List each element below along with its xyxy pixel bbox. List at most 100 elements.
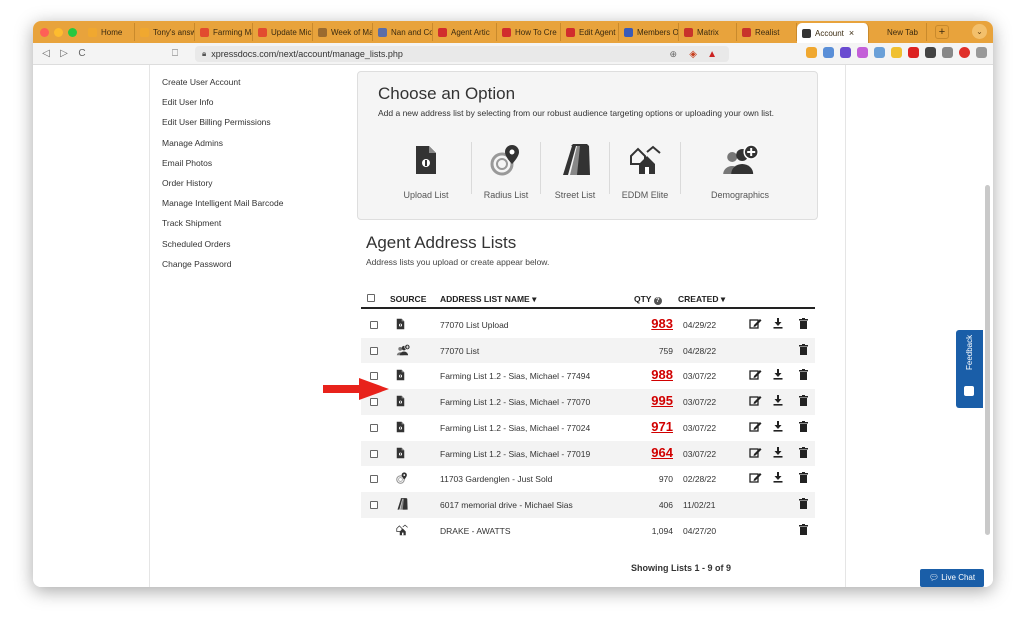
browser-tab[interactable]: Account × bbox=[797, 23, 869, 43]
browser-tab[interactable]: Matrix bbox=[679, 23, 737, 41]
list-qty[interactable]: 971 bbox=[651, 419, 673, 434]
close-tab-icon[interactable]: × bbox=[849, 28, 854, 38]
edit-icon[interactable] bbox=[749, 318, 762, 331]
edit-icon[interactable] bbox=[749, 395, 762, 408]
download-icon[interactable] bbox=[773, 395, 783, 408]
delete-trash-icon[interactable] bbox=[799, 369, 808, 382]
option-radius-list[interactable]: Radius List bbox=[476, 136, 536, 200]
list-qty[interactable]: 988 bbox=[651, 367, 673, 382]
close-window-button[interactable] bbox=[40, 27, 49, 37]
header-name[interactable]: ADDRESS LIST NAME ▾ bbox=[440, 294, 536, 305]
option-upload-list[interactable]: Upload List bbox=[385, 136, 467, 200]
minimize-window-button[interactable] bbox=[54, 27, 63, 37]
select-all-checkbox[interactable] bbox=[367, 294, 375, 302]
sidebar-link[interactable]: Manage Intelligent Mail Barcode bbox=[162, 198, 342, 218]
delete-trash-icon[interactable] bbox=[799, 523, 808, 537]
header-created[interactable]: CREATED ▾ bbox=[678, 294, 725, 305]
extension-icon[interactable] bbox=[874, 47, 885, 58]
option-street-list[interactable]: Street List bbox=[545, 136, 605, 200]
table-row: Farming List 1.2 - Sias, Michael - 77024… bbox=[361, 415, 815, 441]
sidebar-icon[interactable] bbox=[942, 47, 953, 58]
sidebar-link[interactable]: Order History bbox=[162, 178, 342, 198]
sidebar-link[interactable]: Track Shipment bbox=[162, 218, 342, 238]
row-checkbox[interactable] bbox=[370, 449, 378, 458]
back-arrow-icon[interactable]: ◁ bbox=[41, 48, 51, 59]
sidebar-link[interactable]: Edit User Info bbox=[162, 97, 342, 117]
sidebar-link[interactable]: Edit User Billing Permissions bbox=[162, 117, 342, 137]
browser-tab[interactable]: Realist bbox=[737, 23, 797, 41]
browser-toolbar: ◁ ▷ C ⎕ 🔒︎ xpressdocs.com/next/account/m… bbox=[33, 43, 993, 65]
radius-pin-icon bbox=[490, 136, 522, 176]
list-qty[interactable]: 995 bbox=[651, 393, 673, 408]
puzzle-icon[interactable] bbox=[925, 47, 936, 58]
browser-tab[interactable]: Edit Agent bbox=[561, 23, 619, 41]
maximize-window-button[interactable] bbox=[68, 27, 77, 37]
download-icon[interactable] bbox=[773, 472, 783, 485]
row-checkbox[interactable] bbox=[370, 346, 378, 355]
row-checkbox[interactable] bbox=[370, 475, 378, 484]
delete-trash-icon[interactable] bbox=[799, 395, 808, 408]
reload-icon[interactable]: C bbox=[77, 48, 87, 59]
browser-tab[interactable]: How To Cre bbox=[497, 23, 561, 41]
sidebar-link[interactable]: Manage Admins bbox=[162, 138, 342, 158]
delete-trash-icon[interactable] bbox=[799, 472, 808, 485]
browser-tab[interactable]: Home bbox=[83, 23, 135, 41]
browser-tab[interactable]: Farming Ma bbox=[195, 23, 253, 41]
live-chat-button[interactable]: 💬︎ Live Chat bbox=[920, 569, 984, 587]
delete-trash-icon[interactable] bbox=[799, 318, 808, 331]
delete-trash-icon[interactable] bbox=[799, 343, 808, 357]
help-icon[interactable]: ? bbox=[653, 297, 662, 305]
option-demographics[interactable]: Demographics bbox=[685, 136, 795, 200]
delete-trash-icon[interactable] bbox=[799, 497, 808, 511]
row-checkbox[interactable] bbox=[370, 321, 378, 329]
option-label: Upload List bbox=[403, 190, 449, 200]
new-tab-button[interactable]: + bbox=[935, 25, 949, 39]
edit-icon[interactable] bbox=[749, 472, 762, 485]
extension-icon[interactable] bbox=[891, 47, 902, 58]
edit-icon[interactable] bbox=[749, 421, 762, 434]
extension-icon[interactable] bbox=[908, 47, 919, 58]
edit-icon[interactable] bbox=[749, 369, 762, 382]
sidebar-link[interactable]: Create User Account bbox=[162, 77, 342, 97]
edit-icon[interactable] bbox=[749, 447, 762, 460]
browser-tab[interactable]: Update Mic bbox=[253, 23, 313, 41]
brave-rewards-icon[interactable]: ▲ bbox=[707, 49, 717, 60]
extension-icon[interactable] bbox=[823, 47, 834, 58]
browser-tab[interactable]: Agent Artic bbox=[433, 23, 497, 41]
address-bar[interactable]: 🔒︎ xpressdocs.com/next/account/manage_li… bbox=[195, 46, 729, 62]
zoom-icon[interactable]: ⊕ bbox=[669, 49, 677, 60]
extension-icon[interactable] bbox=[857, 47, 868, 58]
sidebar-link[interactable]: Scheduled Orders bbox=[162, 239, 342, 259]
tab-label: Home bbox=[101, 27, 123, 37]
profile-avatar[interactable] bbox=[959, 47, 970, 58]
browser-tab[interactable]: Week of Ma bbox=[313, 23, 373, 41]
download-icon[interactable] bbox=[773, 446, 783, 460]
browser-tab[interactable]: New Tab bbox=[869, 23, 927, 41]
account-sidebar: Create User Account Edit User Info Edit Us… bbox=[162, 77, 342, 279]
list-qty[interactable]: 964 bbox=[651, 445, 673, 460]
sidebar-link[interactable]: Change Password bbox=[162, 259, 342, 279]
sidebar-link[interactable]: Email Photos bbox=[162, 158, 342, 178]
download-icon[interactable] bbox=[773, 318, 783, 331]
option-eddm-elite[interactable]: EDDM Elite bbox=[614, 136, 676, 200]
page-scrollbar[interactable] bbox=[985, 185, 990, 535]
extension-icon[interactable] bbox=[840, 47, 851, 58]
extension-icon[interactable] bbox=[806, 47, 817, 58]
bookmark-icon[interactable]: ⎕ bbox=[172, 48, 178, 59]
browser-tab[interactable]: Members O bbox=[619, 23, 679, 41]
download-icon[interactable] bbox=[773, 420, 783, 434]
download-icon[interactable] bbox=[773, 369, 783, 382]
browser-tab[interactable]: Nan and Co bbox=[373, 23, 433, 41]
menu-icon[interactable] bbox=[976, 47, 987, 58]
list-qty[interactable]: 983 bbox=[651, 316, 673, 331]
forward-arrow-icon[interactable]: ▷ bbox=[59, 48, 69, 59]
row-checkbox[interactable] bbox=[370, 500, 378, 509]
delete-trash-icon[interactable] bbox=[799, 420, 808, 434]
window-controls bbox=[40, 27, 77, 37]
delete-trash-icon[interactable] bbox=[799, 446, 808, 460]
tab-menu-chevron-icon[interactable]: ⌄ bbox=[972, 24, 987, 39]
browser-tab[interactable]: Tony's answ bbox=[135, 23, 195, 41]
row-checkbox[interactable] bbox=[370, 423, 378, 432]
brave-shield-icon[interactable]: ◈ bbox=[689, 49, 697, 60]
feedback-button[interactable]: Feedback bbox=[956, 330, 983, 408]
